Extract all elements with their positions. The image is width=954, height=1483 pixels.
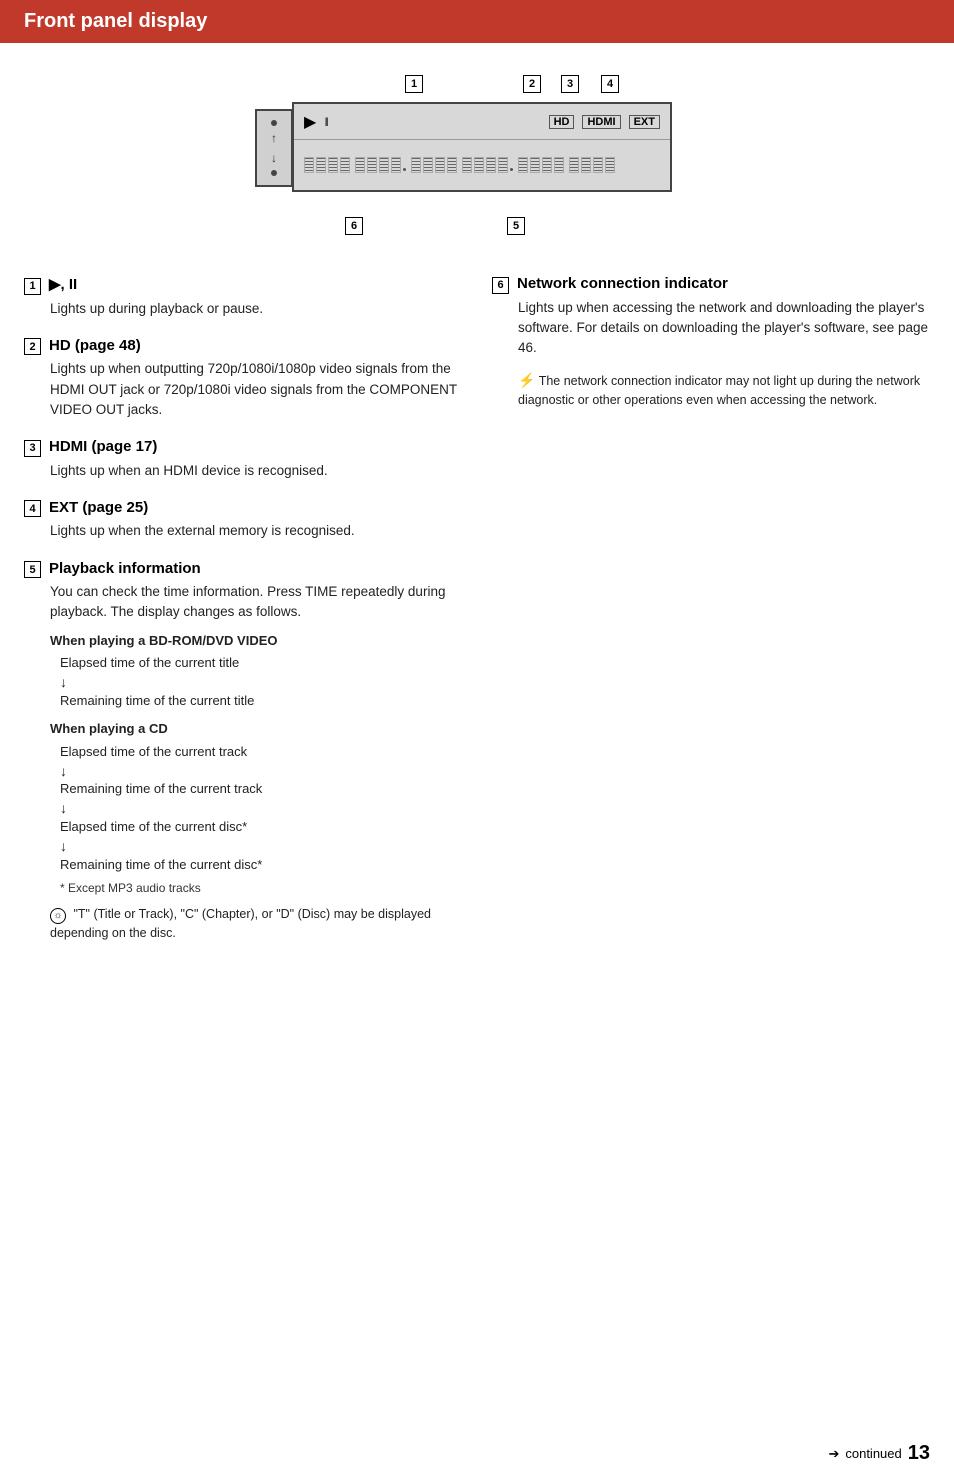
section-2-body: Lights up when outputting 720p/1080i/108… — [24, 359, 462, 420]
section-6-body: Lights up when accessing the network and… — [492, 298, 930, 411]
hd-badge: HD — [549, 115, 575, 129]
panel-diagram: 1 2 3 4 5 6 ↑ ↓ ▶ II HD HDMI EXT — [24, 67, 930, 247]
section-6: 6 Network connection indicator Lights up… — [492, 275, 930, 410]
callout-5: 5 — [507, 217, 525, 235]
callout-3: 3 — [561, 75, 579, 93]
section-1-num: 1 — [24, 278, 41, 295]
tip-icon: ☼ — [50, 908, 66, 924]
section-3-num: 3 — [24, 440, 41, 457]
callout-4: 4 — [601, 75, 619, 93]
tip-text: "T" (Title or Track), "C" (Chapter), or … — [50, 907, 431, 940]
cd-arrow-1: ↓ — [60, 763, 462, 780]
section-3-body: Lights up when an HDMI device is recogni… — [24, 461, 462, 481]
cd-arrow-3: ↓ — [60, 838, 462, 855]
section-1-body: Lights up during playback or pause. — [24, 299, 462, 319]
right-column: 6 Network connection indicator Lights up… — [492, 275, 930, 961]
dot-top — [271, 120, 277, 126]
section-6-header: 6 Network connection indicator — [492, 275, 930, 294]
cd-item-2: Remaining time of the current track — [60, 779, 462, 800]
cd-item-3: Elapsed time of the current disc* — [60, 817, 462, 838]
section-3-header: 3 HDMI (page 17) — [24, 438, 462, 457]
pause-symbol: II — [324, 115, 327, 129]
section-2: 2 HD (page 48) Lights up when outputting… — [24, 337, 462, 420]
section-2-title: HD (page 48) — [49, 337, 141, 354]
warning-icon: ⚡ — [518, 372, 535, 388]
ext-badge: EXT — [629, 115, 660, 129]
section-4: 4 EXT (page 25) Lights up when the exter… — [24, 499, 462, 542]
cd-item-1: Elapsed time of the current track — [60, 742, 462, 763]
section-6-title: Network connection indicator — [517, 275, 728, 292]
subsection-bdrom-title: When playing a BD-ROM/DVD VIDEO — [50, 631, 462, 651]
seg-group-4 — [462, 157, 513, 173]
section-6-text: Lights up when accessing the network and… — [518, 300, 928, 356]
cd-item-4: Remaining time of the current disc* — [60, 855, 462, 876]
dot-bottom — [271, 170, 277, 176]
callout-2: 2 — [523, 75, 541, 93]
section-3: 3 HDMI (page 17) Lights up when an HDMI … — [24, 438, 462, 481]
section-5-title: Playback information — [49, 560, 201, 577]
panel-bottom-row — [294, 140, 670, 190]
page-footer: ➔ continued 13 — [828, 1442, 930, 1465]
bdrom-item-1: Elapsed time of the current title — [60, 653, 462, 674]
section-2-header: 2 HD (page 48) — [24, 337, 462, 356]
section-4-title: EXT (page 25) — [49, 499, 148, 516]
bdrom-arrow-1: ↓ — [60, 674, 462, 691]
cd-arrow-2: ↓ — [60, 800, 462, 817]
section-5-tip: ☼ "T" (Title or Track), "C" (Chapter), o… — [50, 905, 462, 943]
warning-text: The network connection indicator may not… — [518, 374, 920, 407]
cd-footnote: * Except MP3 audio tracks — [60, 879, 462, 897]
section-1-header: 1 ▶, II — [24, 275, 462, 295]
callout-1: 1 — [405, 75, 423, 93]
subsection-cd-title: When playing a CD — [50, 719, 462, 739]
continued-text: continued — [845, 1446, 901, 1461]
section-6-warning: ⚡ The network connection indicator may n… — [518, 370, 930, 410]
section-1: 1 ▶, II Lights up during playback or pau… — [24, 275, 462, 319]
seg-group-1 — [304, 157, 350, 173]
seg-group-5 — [518, 157, 564, 173]
up-arrow: ↑ — [271, 131, 277, 145]
continued-arrow: ➔ — [828, 1446, 839, 1462]
section-5: 5 Playback information You can check the… — [24, 560, 462, 944]
panel-top-row: ▶ II HD HDMI EXT — [294, 104, 670, 140]
left-controls-box: ↑ ↓ — [255, 109, 293, 187]
section-1-title: ▶, II — [49, 275, 77, 293]
section-5-body: You can check the time information. Pres… — [24, 582, 462, 943]
page-title: Front panel display — [24, 10, 930, 33]
section-6-num: 6 — [492, 277, 509, 294]
section-5-num: 5 — [24, 561, 41, 578]
down-arrow: ↓ — [271, 151, 277, 165]
page-number: 13 — [908, 1442, 930, 1465]
seg-group-6 — [569, 157, 615, 173]
section-2-num: 2 — [24, 338, 41, 355]
section-5-header: 5 Playback information — [24, 560, 462, 579]
main-display-panel: ▶ II HD HDMI EXT — [292, 102, 672, 192]
section-3-title: HDMI (page 17) — [49, 438, 157, 455]
hdmi-badge: HDMI — [582, 115, 620, 129]
seg-group-2 — [355, 157, 406, 173]
callout-6: 6 — [345, 217, 363, 235]
seg-group-3 — [411, 157, 457, 173]
left-column: 1 ▶, II Lights up during playback or pau… — [24, 275, 462, 961]
section-4-body: Lights up when the external memory is re… — [24, 521, 462, 541]
play-symbol: ▶ — [304, 112, 316, 132]
section-4-num: 4 — [24, 500, 41, 517]
section-5-intro: You can check the time information. Pres… — [50, 584, 445, 619]
content-columns: 1 ▶, II Lights up during playback or pau… — [24, 275, 930, 961]
page-header: Front panel display — [0, 0, 954, 43]
bdrom-item-2: Remaining time of the current title — [60, 691, 462, 712]
section-4-header: 4 EXT (page 25) — [24, 499, 462, 518]
